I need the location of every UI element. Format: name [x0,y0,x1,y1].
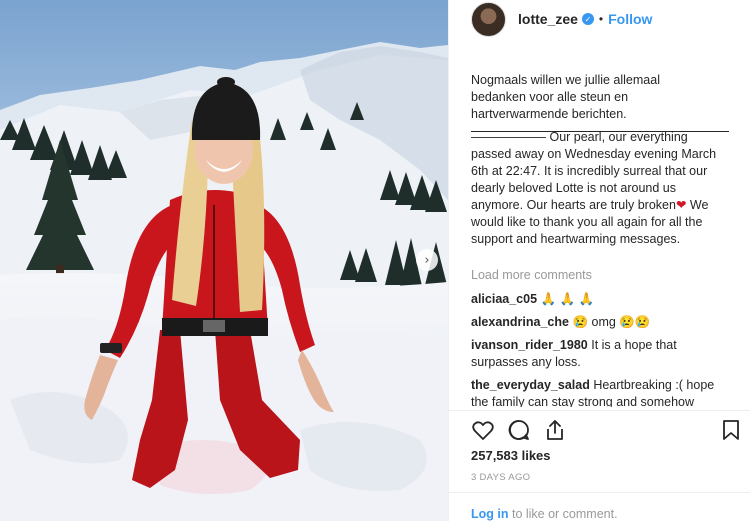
heart-icon[interactable] [471,418,495,442]
comment-item: ivanson_rider_1980 It is a hope that sur… [471,337,729,371]
likes-count[interactable]: 257,583 likes [471,448,551,463]
comment-username[interactable]: alexandrina_che [471,315,569,329]
header-separator: • [598,12,604,26]
login-prompt: Log in to like or comment. [449,492,750,521]
comment-item: alexandrina_che 😢 omg 😢😢 [471,314,729,331]
comment-item: the_everyday_salad Heartbreaking :( hope… [471,377,729,407]
caption-dutch: Nogmaals willen we jullie allemaal bedan… [471,73,660,121]
caption-english: —————— Our pearl, our everything passed … [471,129,729,248]
post-photo[interactable]: › [0,0,448,521]
load-more-comments-button[interactable]: Load more comments [471,267,592,284]
follow-button[interactable]: Follow [608,11,652,27]
post-image [0,0,448,521]
post-timestamp[interactable]: 3 DAYS AGO [471,472,530,483]
comment-username[interactable]: the_everyday_salad [471,378,590,392]
carousel-next-button[interactable]: › [416,249,438,271]
comment-text: 😢 omg 😢😢 [572,315,651,329]
avatar[interactable] [471,1,506,37]
action-bar [449,410,750,446]
comment-username[interactable]: ivanson_rider_1980 [471,338,588,352]
login-prompt-text: to like or comment. [508,507,618,521]
comment-username[interactable]: aliciaa_c05 [471,292,537,306]
share-icon[interactable] [543,418,567,442]
comment-icon[interactable] [507,418,531,442]
verified-badge-icon: ✓ [581,13,594,25]
comments-list[interactable]: Nogmaals willen we jullie allemaal bedan… [471,45,729,407]
comment-text: 🙏 🙏 🙏 [540,292,595,306]
login-link[interactable]: Log in [471,507,509,521]
chevron-right-icon: › [424,252,430,268]
comment-item: aliciaa_c05 🙏 🙏 🙏 [471,291,729,308]
bookmark-icon[interactable] [719,418,743,442]
heart-emoji: ❤ [675,198,687,212]
post-caption: Nogmaals willen we jullie allemaal bedan… [471,72,729,248]
author-username[interactable]: lotte_zee [518,11,578,27]
post-header: lotte_zee ✓ • Follow [449,0,750,38]
post-side-panel: lotte_zee ✓ • Follow Nogmaals willen we … [448,0,750,521]
